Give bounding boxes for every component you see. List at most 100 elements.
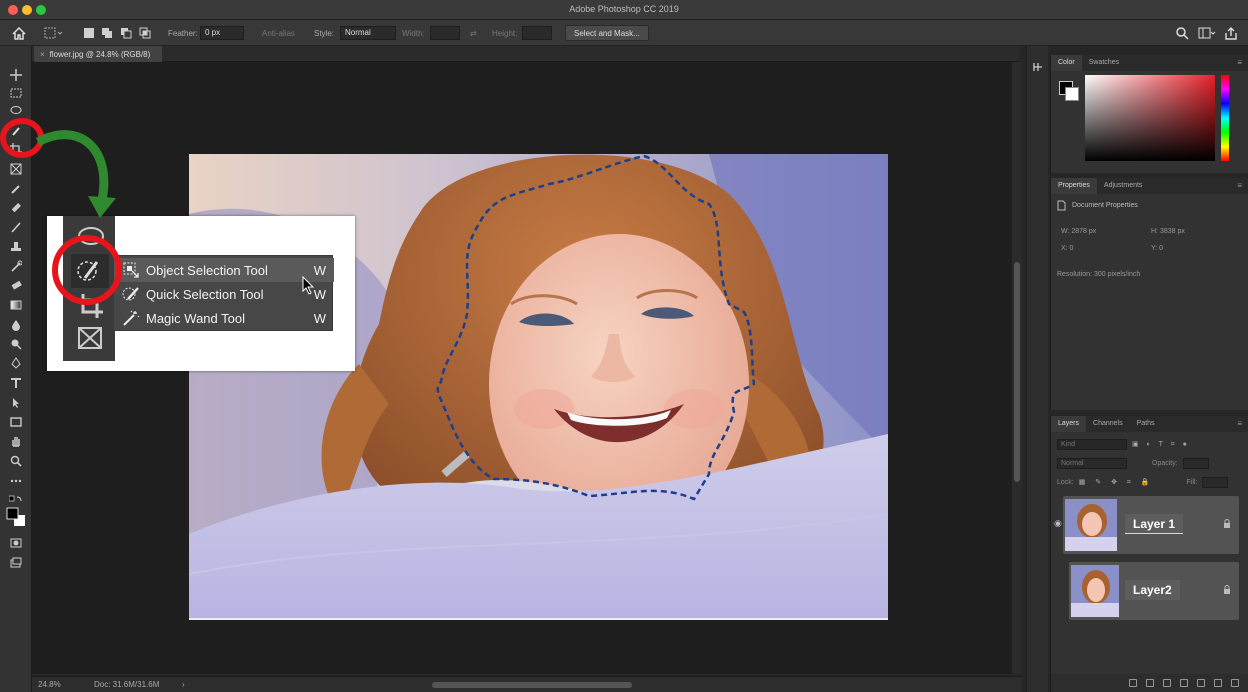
feather-label: Feather:	[168, 28, 198, 38]
delete-layer-icon[interactable]	[1231, 679, 1239, 687]
layer-row-layer-1[interactable]: ◉ Layer 1	[1054, 496, 1239, 554]
layer-filter-icons[interactable]: ▣ ◐ T ⌗ ●	[1132, 440, 1190, 449]
menu-item-quick-selection[interactable]: Quick Selection Tool W	[114, 282, 334, 306]
healing-brush-tool-icon[interactable]	[9, 201, 23, 215]
search-icon[interactable]	[1176, 20, 1189, 46]
tab-swatches[interactable]: Swatches	[1082, 55, 1126, 71]
document-tab-label: flower.jpg @ 24.8% (RGB/8)	[49, 49, 151, 59]
blend-mode-select[interactable]: Normal	[1057, 458, 1127, 469]
quick-selection-tool-icon[interactable]	[9, 124, 23, 138]
layer-name[interactable]: Layer2	[1125, 580, 1180, 600]
group-icon[interactable]	[1197, 679, 1205, 687]
link-layers-icon[interactable]	[1129, 679, 1137, 687]
add-mask-icon[interactable]	[1163, 679, 1171, 687]
height-input[interactable]	[522, 26, 552, 40]
close-tab-icon[interactable]: ×	[40, 50, 45, 59]
home-icon[interactable]	[12, 20, 26, 46]
share-icon[interactable]	[1224, 20, 1238, 46]
add-selection-icon[interactable]	[101, 20, 113, 46]
marquee-tool-icon[interactable]	[9, 86, 23, 100]
color-picker-field[interactable]	[1085, 75, 1215, 161]
tab-paths[interactable]: Paths	[1130, 416, 1162, 432]
layer-row-layer-2[interactable]: Layer2	[1069, 562, 1239, 620]
screen-mode-icon[interactable]	[9, 556, 23, 570]
frame-tool-icon[interactable]	[9, 162, 23, 176]
fill-input[interactable]	[1202, 477, 1229, 488]
layer-name[interactable]: Layer 1	[1125, 514, 1184, 534]
feather-input[interactable]: 0 px	[200, 26, 244, 40]
background-color-swatch[interactable]	[1065, 87, 1079, 101]
panel-menu-icon[interactable]: ≡	[1237, 58, 1242, 67]
lasso-tool-icon[interactable]	[9, 104, 23, 118]
history-brush-tool-icon[interactable]	[9, 259, 23, 273]
rectangle-tool-icon[interactable]	[9, 415, 23, 429]
workspace-icon[interactable]	[1198, 20, 1216, 46]
tab-properties[interactable]: Properties	[1051, 178, 1097, 194]
doc-width[interactable]: W: 2878 px	[1061, 228, 1096, 235]
document-tab[interactable]: × flower.jpg @ 24.8% (RGB/8)	[34, 46, 162, 62]
marquee-preset-icon[interactable]	[44, 20, 64, 46]
status-bar: 24.8% Doc: 31.6M/31.6M ›	[32, 676, 1022, 692]
tab-color[interactable]: Color	[1051, 55, 1082, 71]
quick-mask-icon[interactable]	[9, 536, 23, 550]
eye-icon[interactable]: ◉	[1054, 518, 1062, 529]
move-tool-icon[interactable]	[9, 68, 23, 82]
history-panel-icon[interactable]	[1032, 60, 1044, 78]
anti-alias-checkbox[interactable]: Anti-alias	[262, 20, 295, 46]
clone-stamp-tool-icon[interactable]	[9, 240, 23, 254]
type-tool-icon[interactable]	[9, 376, 23, 390]
eyedropper-tool-icon[interactable]	[9, 182, 23, 196]
gradient-tool-icon[interactable]	[9, 298, 23, 312]
tools-panel	[0, 46, 32, 692]
doc-height[interactable]: H: 3838 px	[1151, 228, 1185, 235]
pen-tool-icon[interactable]	[9, 356, 23, 370]
tab-layers[interactable]: Layers	[1051, 416, 1087, 432]
new-selection-icon[interactable]	[84, 20, 94, 46]
more-tools-icon[interactable]	[9, 474, 23, 488]
blur-tool-icon[interactable]	[9, 318, 23, 332]
dodge-tool-icon[interactable]	[9, 337, 23, 351]
canvas-horizontal-scrollbar[interactable]	[432, 682, 632, 688]
path-selection-tool-icon[interactable]	[9, 396, 23, 410]
tab-channels[interactable]: Channels	[1086, 416, 1130, 432]
title-bar: Adobe Photoshop CC 2019	[0, 0, 1248, 20]
zoom-tool-icon[interactable]	[9, 454, 23, 468]
window-title: Adobe Photoshop CC 2019	[569, 4, 679, 14]
foreground-background-swatch[interactable]	[5, 506, 27, 528]
adjustment-layer-icon[interactable]	[1180, 679, 1188, 687]
menu-item-magic-wand[interactable]: Magic Wand Tool W	[114, 306, 334, 330]
canvas-vertical-scrollbar[interactable]	[1012, 62, 1022, 674]
height-label: Height:	[492, 28, 518, 38]
opacity-input[interactable]	[1182, 458, 1209, 469]
fill-label: Fill:	[1186, 479, 1198, 486]
options-bar: Feather: 0 px Anti-alias Style: Normal W…	[0, 20, 1248, 46]
doc-x[interactable]: X: 0	[1061, 245, 1073, 252]
properties-panel: Properties Adjustments ≡ Document Proper…	[1050, 178, 1248, 410]
subtract-selection-icon[interactable]	[120, 20, 132, 46]
doc-y[interactable]: Y: 0	[1151, 245, 1163, 252]
swap-icon[interactable]: ⇄	[470, 20, 477, 46]
status-chevron-icon[interactable]: ›	[182, 680, 185, 689]
layer-style-icon[interactable]	[1146, 679, 1154, 687]
swap-colors-icon[interactable]	[9, 492, 23, 506]
color-panel: Color Swatches ≡	[1050, 55, 1248, 173]
width-input[interactable]	[430, 26, 460, 40]
hand-tool-icon[interactable]	[9, 434, 23, 448]
style-select[interactable]: Normal	[340, 26, 396, 40]
tab-adjustments[interactable]: Adjustments	[1097, 178, 1150, 194]
panel-menu-icon[interactable]: ≡	[1237, 419, 1242, 428]
menu-item-object-selection[interactable]: Object Selection Tool W	[114, 258, 334, 282]
crop-tool-icon[interactable]	[9, 142, 23, 156]
new-layer-icon[interactable]	[1214, 679, 1222, 687]
zoom-level[interactable]: 24.8%	[38, 680, 61, 689]
layer-filter-input[interactable]: Kind	[1057, 439, 1127, 450]
quick-selection-icon	[120, 286, 142, 302]
lock-icons[interactable]: ▦ ✎ ✥ ⌗ 🔒	[1079, 478, 1154, 487]
eraser-tool-icon[interactable]	[9, 278, 23, 292]
select-and-mask-button[interactable]: Select and Mask...	[565, 25, 649, 41]
panel-menu-icon[interactable]: ≡	[1237, 181, 1242, 190]
hue-slider[interactable]	[1221, 75, 1229, 161]
photoshop-window: Adobe Photoshop CC 2019 Feather: 0 px An…	[0, 0, 1248, 692]
intersect-selection-icon[interactable]	[139, 20, 151, 46]
brush-tool-icon[interactable]	[9, 220, 23, 234]
